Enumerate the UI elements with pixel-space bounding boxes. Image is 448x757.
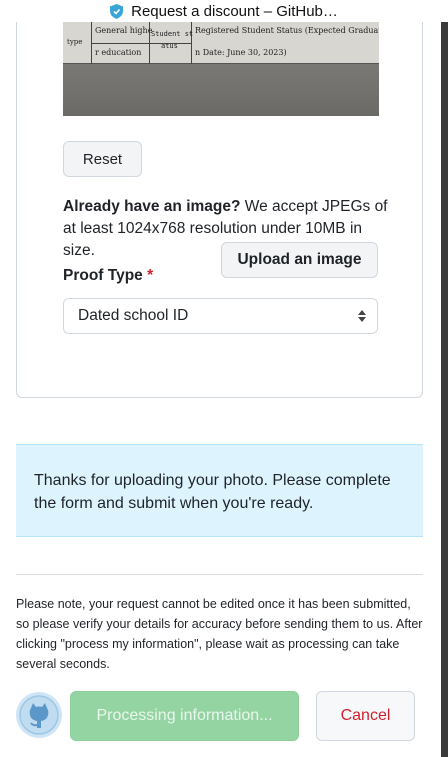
octocat-icon — [19, 695, 59, 735]
flash-message: Thanks for uploading your photo. Please … — [34, 472, 391, 512]
proof-type-label: Proof Type * — [63, 267, 154, 284]
photo-cell-date: n Date: June 30, 2023) — [195, 48, 287, 57]
cancel-button[interactable]: Cancel — [316, 691, 415, 741]
scrollbar[interactable] — [441, 0, 448, 757]
shield-icon — [110, 3, 124, 19]
upload-prompt-bold: Already have an image? — [63, 198, 241, 215]
browser-title-bar: Request a discount – GitHub… — [0, 0, 448, 22]
upload-image-button[interactable]: Upload an image — [221, 242, 378, 278]
photo-cell-general: General highe — [95, 26, 153, 35]
process-information-button[interactable]: Processing information... — [70, 691, 299, 741]
photo-cell-student: Student st — [151, 30, 194, 38]
uploaded-photo-preview: type General highe r education Student s… — [63, 22, 379, 116]
photo-cell-education: r education — [95, 48, 142, 57]
select-arrows-icon — [357, 309, 367, 323]
required-marker: * — [147, 267, 154, 284]
proof-type-selected: Dated school ID — [78, 307, 189, 324]
photo-cell-atus: atus — [161, 42, 178, 50]
reset-button[interactable]: Reset — [63, 141, 142, 177]
section-divider — [16, 574, 423, 575]
photo-document-table: type General highe r education Student s… — [63, 22, 379, 64]
github-avatar — [16, 692, 62, 738]
photo-cell-status: Registered Student Status (Expected Grad… — [195, 26, 379, 35]
photo-cell-type: type — [67, 38, 83, 46]
proof-type-select[interactable]: Dated school ID — [63, 298, 378, 334]
verification-card: type General highe r education Student s… — [16, 0, 423, 398]
browser-title: Request a discount – GitHub… — [131, 2, 338, 20]
upload-success-flash: Thanks for uploading your photo. Please … — [16, 444, 423, 537]
submission-note: Please note, your request cannot be edit… — [16, 597, 423, 671]
